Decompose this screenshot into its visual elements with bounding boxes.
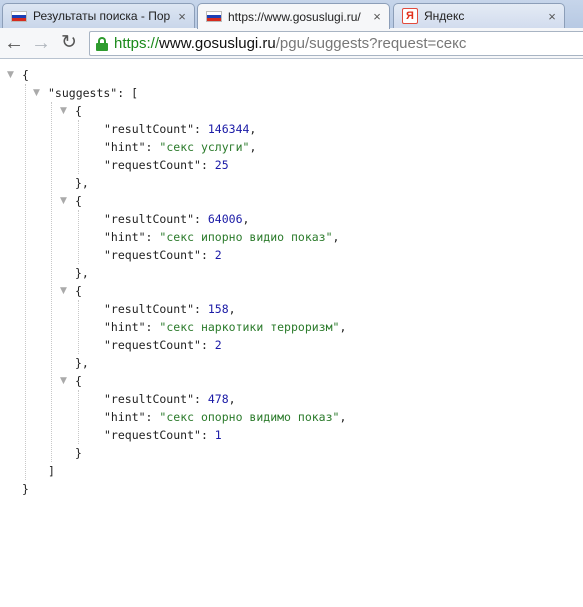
- tab-title: Результаты поиска - Пор: [33, 9, 171, 23]
- json-array-close: ]: [48, 464, 55, 478]
- collapse-toggle-icon[interactable]: ▼: [60, 372, 67, 390]
- json-key: "resultCount": [104, 122, 195, 136]
- url-host: www.gosuslugi.ru: [159, 35, 276, 52]
- json-object-close: },: [75, 266, 89, 280]
- json-string-value: секс ипорно видио показ: [166, 230, 326, 244]
- json-hint-line: "hint": "секс наркотики терроризм",: [104, 320, 347, 334]
- json-key: "resultCount": [104, 392, 195, 406]
- reload-icon[interactable]: ↻: [58, 33, 80, 55]
- back-arrow-icon[interactable]: ←: [3, 33, 25, 55]
- json-key: "hint": [104, 230, 146, 244]
- json-hint-line: "hint": "секс ипорно видио показ",: [104, 230, 340, 244]
- json-number-value: 2: [214, 248, 222, 262]
- russian-flag-icon: [206, 11, 222, 22]
- json-number-value: 64006: [207, 212, 243, 226]
- json-number-value: 158: [207, 302, 229, 316]
- json-suggests-line: "suggests": [: [48, 86, 139, 100]
- url-scheme: https://: [114, 35, 160, 52]
- tab-strip: Результаты поиска - Пор × https://www.go…: [0, 0, 583, 29]
- json-number-value: 478: [207, 392, 229, 406]
- tab-search-results[interactable]: Результаты поиска - Пор ×: [2, 3, 195, 28]
- url-path: /pgu/suggests?request=секс: [275, 35, 467, 52]
- collapse-toggle-icon[interactable]: ▼: [7, 66, 14, 84]
- address-bar[interactable]: https://www.gosuslugi.ru/pgu/suggests?re…: [89, 31, 583, 56]
- json-quote: ": [325, 230, 333, 244]
- json-key: "resultCount": [104, 212, 195, 226]
- json-key: "requestCount": [104, 248, 201, 262]
- json-string-value: секс наркотики терроризм: [166, 320, 333, 334]
- indent-guide: [78, 120, 79, 174]
- lock-icon: [96, 37, 108, 51]
- tab-title: Яндекс: [424, 9, 465, 23]
- json-key: "resultCount": [104, 302, 195, 316]
- json-key: "requestCount": [104, 428, 201, 442]
- collapse-toggle-icon[interactable]: ▼: [33, 84, 40, 102]
- json-object-close: },: [75, 356, 89, 370]
- json-key: "hint": [104, 140, 146, 154]
- browser-toolbar: ← → ↻ https://www.gosuslugi.ru/pgu/sugge…: [0, 28, 583, 59]
- json-quote: ": [332, 320, 340, 334]
- indent-guide: [51, 102, 52, 462]
- json-number-value: 2: [214, 338, 222, 352]
- close-icon[interactable]: ×: [371, 9, 383, 24]
- json-string-value: секс услуги: [166, 140, 243, 154]
- indent-guide: [25, 84, 26, 480]
- json-number-value: 1: [214, 428, 222, 442]
- json-quote: ": [332, 410, 340, 424]
- json-result-count-line: "resultCount": 146344,: [104, 122, 257, 136]
- indent-guide: [78, 390, 79, 444]
- collapse-toggle-icon[interactable]: ▼: [60, 282, 67, 300]
- json-key: "suggests": [48, 86, 118, 100]
- json-object-open: {: [75, 104, 82, 118]
- json-key: "hint": [104, 320, 146, 334]
- collapse-toggle-icon[interactable]: ▼: [60, 192, 67, 210]
- json-object-open: {: [75, 284, 82, 298]
- json-request-count-line: "requestCount": 1: [104, 428, 222, 442]
- json-request-count-line: "requestCount": 25: [104, 158, 229, 172]
- json-result-count-line: "resultCount": 158,: [104, 302, 236, 316]
- json-request-count-line: "requestCount": 2: [104, 248, 222, 262]
- json-object-close: },: [75, 176, 89, 190]
- tab-yandex[interactable]: Я Яндекс ×: [393, 3, 565, 28]
- json-result-count-line: "resultCount": 64006,: [104, 212, 250, 226]
- json-key: "hint": [104, 410, 146, 424]
- close-icon[interactable]: ×: [546, 9, 558, 24]
- tab-title: https://www.gosuslugi.ru/: [228, 9, 361, 24]
- json-number-value: 146344: [207, 122, 250, 136]
- json-key: "requestCount": [104, 158, 201, 172]
- json-object-close: }: [75, 446, 82, 460]
- json-object-open: {: [75, 194, 82, 208]
- forward-arrow-icon[interactable]: →: [30, 33, 52, 55]
- json-number-value: 25: [214, 158, 229, 172]
- json-hint-line: "hint": "секс опорно видимо показ",: [104, 410, 347, 424]
- json-object-open: {: [75, 374, 82, 388]
- russian-flag-icon: [11, 10, 27, 22]
- indent-guide: [78, 210, 79, 264]
- json-key: "requestCount": [104, 338, 201, 352]
- tab-gosuslugi[interactable]: https://www.gosuslugi.ru/ ×: [197, 3, 390, 29]
- json-string-value: секс опорно видимо показ: [166, 410, 333, 424]
- json-hint-line: "hint": "секс услуги",: [104, 140, 257, 154]
- json-request-count-line: "requestCount": 2: [104, 338, 222, 352]
- collapse-toggle-icon[interactable]: ▼: [60, 102, 67, 120]
- json-quote: ": [242, 140, 250, 154]
- json-open-brace: {: [22, 68, 29, 82]
- json-close-brace: }: [22, 482, 29, 496]
- json-result-count-line: "resultCount": 478,: [104, 392, 236, 406]
- yandex-icon: Я: [402, 8, 418, 24]
- indent-guide: [78, 300, 79, 354]
- json-viewer: ▼ { ▼ "suggests": [ ▼ { "resultCount": 146344,…: [0, 60, 583, 607]
- close-icon[interactable]: ×: [176, 9, 188, 24]
